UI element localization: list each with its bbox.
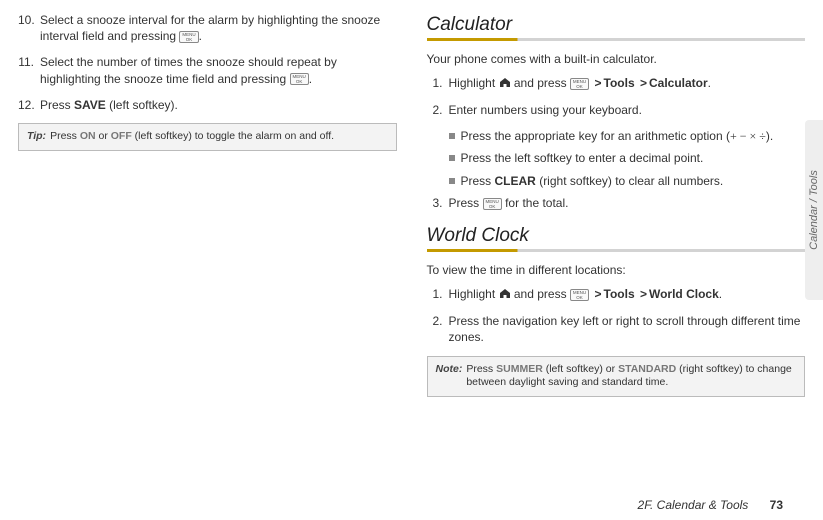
menu-ok-icon bbox=[570, 78, 589, 90]
home-icon bbox=[499, 287, 511, 303]
list-item: 1. Highlight and press >Tools >World Clo… bbox=[427, 286, 806, 303]
tip-label: Tip: bbox=[27, 130, 46, 144]
item-text: Enter numbers using your keyboard. bbox=[449, 102, 806, 118]
item-number: 12. bbox=[18, 97, 40, 113]
side-tab-label: Calendar / Tools bbox=[808, 170, 820, 250]
square-bullet-icon bbox=[449, 133, 455, 139]
list-item: 10. Select a snooze interval for the ala… bbox=[18, 12, 397, 44]
item-number: 2. bbox=[427, 313, 449, 345]
menu-ok-icon bbox=[290, 73, 309, 85]
sub-bullet-text: Press CLEAR (right softkey) to clear all… bbox=[461, 173, 724, 189]
right-column: Calculator Your phone comes with a built… bbox=[427, 12, 806, 397]
arithmetic-ops: + − × ÷ bbox=[730, 129, 766, 143]
item-number: 1. bbox=[427, 75, 449, 92]
page-footer: 2F. Calendar & Tools 73 bbox=[638, 498, 783, 512]
home-icon bbox=[499, 76, 511, 92]
item-text: Highlight and press >Tools >Calculator. bbox=[449, 75, 806, 92]
tip-text: Press ON or OFF (left softkey) to toggle… bbox=[50, 130, 334, 144]
list-item: 11. Select the number of times the snooz… bbox=[18, 54, 397, 86]
menu-ok-icon bbox=[483, 198, 502, 210]
list-item: 12. Press SAVE (left softkey). bbox=[18, 97, 397, 113]
left-column: 10. Select a snooze interval for the ala… bbox=[18, 12, 397, 397]
item-text: Press SAVE (left softkey). bbox=[40, 97, 397, 113]
world-clock-intro: To view the time in different locations: bbox=[427, 262, 806, 278]
section-underline bbox=[427, 38, 806, 41]
square-bullet-icon bbox=[449, 178, 455, 184]
item-text: Select a snooze interval for the alarm b… bbox=[40, 12, 397, 44]
item-text: Press the navigation key left or right t… bbox=[449, 313, 806, 345]
section-underline bbox=[427, 249, 806, 252]
note-label: Note: bbox=[436, 363, 463, 390]
item-text: Highlight and press >Tools >World Clock. bbox=[449, 286, 806, 303]
item-text: Press for the total. bbox=[449, 195, 806, 211]
tip-box: Tip: Press ON or OFF (left softkey) to t… bbox=[18, 123, 397, 151]
note-box: Note: Press SUMMER (left softkey) or STA… bbox=[427, 356, 806, 397]
calculator-heading: Calculator bbox=[427, 14, 806, 36]
sub-bullet-text: Press the left softkey to enter a decima… bbox=[461, 150, 704, 166]
world-clock-heading: World Clock bbox=[427, 225, 806, 247]
square-bullet-icon bbox=[449, 155, 455, 161]
sub-bullet: Press the left softkey to enter a decima… bbox=[449, 150, 806, 166]
list-item: 2. Press the navigation key left or righ… bbox=[427, 313, 806, 345]
calculator-intro: Your phone comes with a built-in calcula… bbox=[427, 51, 806, 67]
list-item: 3. Press for the total. bbox=[427, 195, 806, 211]
sub-bullet-text: Press the appropriate key for an arithme… bbox=[461, 128, 774, 144]
item-number: 1. bbox=[427, 286, 449, 303]
menu-ok-icon bbox=[179, 31, 198, 43]
item-number: 2. bbox=[427, 102, 449, 118]
side-tab: Calendar / Tools bbox=[805, 120, 823, 300]
page-number: 73 bbox=[770, 498, 783, 512]
list-item: 2. Enter numbers using your keyboard. bbox=[427, 102, 806, 118]
sub-bullet: Press the appropriate key for an arithme… bbox=[449, 128, 806, 144]
footer-section: 2F. Calendar & Tools bbox=[638, 498, 749, 512]
menu-ok-icon bbox=[570, 289, 589, 301]
item-number: 10. bbox=[18, 12, 40, 44]
list-item: 1. Highlight and press >Tools >Calculato… bbox=[427, 75, 806, 92]
save-label: SAVE bbox=[74, 98, 106, 112]
item-number: 11. bbox=[18, 54, 40, 86]
item-text: Select the number of times the snooze sh… bbox=[40, 54, 397, 86]
sub-bullet: Press CLEAR (right softkey) to clear all… bbox=[449, 173, 806, 189]
note-text: Press SUMMER (left softkey) or STANDARD … bbox=[466, 363, 796, 390]
item-number: 3. bbox=[427, 195, 449, 211]
